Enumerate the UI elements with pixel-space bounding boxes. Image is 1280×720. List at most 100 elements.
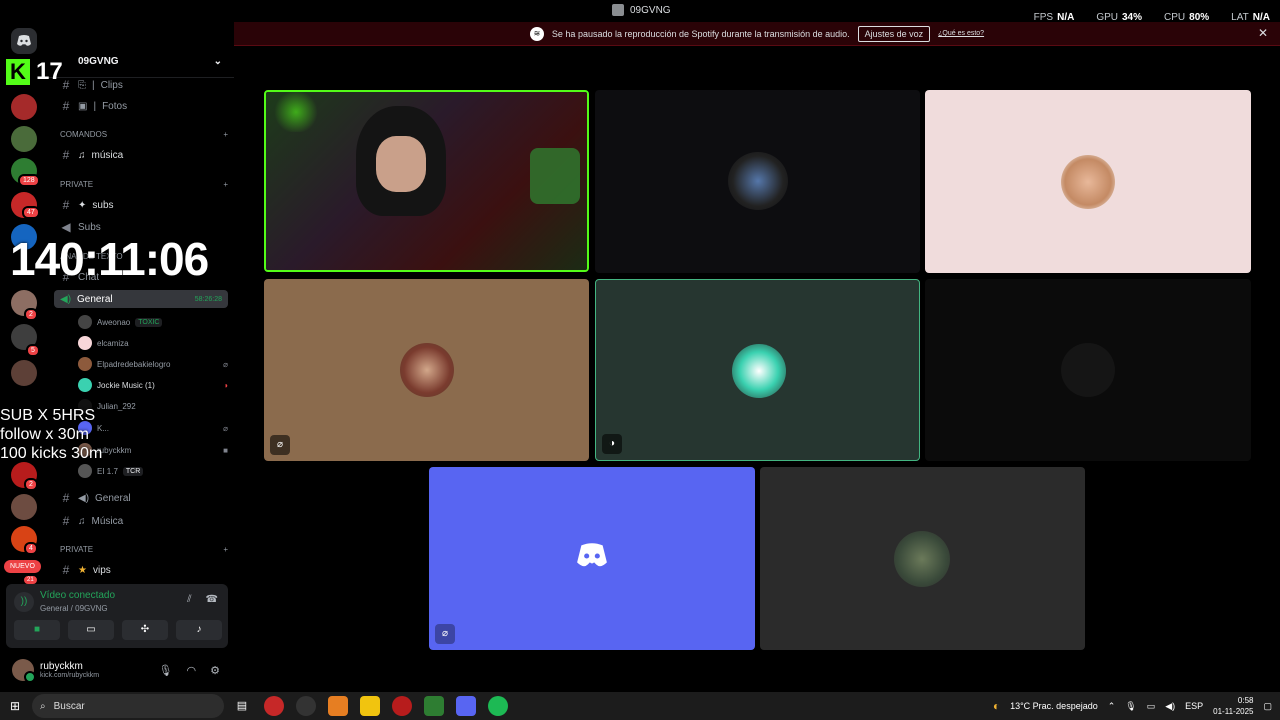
avatar [78,336,92,350]
whats-this-link[interactable]: ¿Qué es esto? [938,30,984,37]
sparkle-icon: ✦ [78,199,87,211]
clock[interactable]: 0:58 01-11-2025 [1213,695,1253,717]
add-icon[interactable]: + [223,130,228,144]
speaker-icon: ◀) [78,492,90,504]
video-tile[interactable] [925,279,1251,461]
server-icon [612,4,624,16]
video-tile[interactable] [760,467,1085,650]
app-icon[interactable] [392,696,412,716]
voice-user[interactable]: elcamiza [78,334,228,352]
avatar [894,531,950,587]
new-badge: NUEVO [4,560,41,573]
server-icon[interactable] [11,494,37,520]
user-panel: rubyckkm kick.com/rubyckkm 🎙 ◠ ⚙ [6,654,228,686]
soundboard-button[interactable]: ♪ [176,620,222,640]
activities-button[interactable]: ✣ [122,620,168,640]
spotify-icon: ≋ [529,26,544,41]
video-tile[interactable]: ⌀ [429,467,755,650]
spotify-notice-bar: ≋ Se ha pausado la reproducción de Spoti… [234,22,1280,46]
microphone-icon[interactable]: 🎙 [159,664,173,677]
voice-user[interactable]: EI 1.7 TCR [78,462,228,480]
opera-icon[interactable] [264,696,284,716]
avatar [78,357,92,371]
deafened-icon: ◑ [602,434,622,454]
spotify-icon[interactable] [488,696,508,716]
mic-off-icon: ⌀ [223,359,228,369]
avatar [400,343,454,397]
windows-start-icon[interactable]: ⊞ [10,699,20,713]
video-tile[interactable]: ⌀ [264,279,589,461]
system-tray: ◐ 13°C Prac. despejado ⌃ 🎙 ▭ ◀) ESP 0:58… [992,695,1272,717]
hash-icon: # [62,198,70,212]
task-view-icon[interactable]: ▤ [232,696,252,716]
voice-channel-general[interactable]: ◀) General 58:26:28 [54,290,228,308]
stream-video-tile[interactable] [264,90,589,272]
headphones-icon[interactable]: ◠ [187,664,197,677]
discord-home-icon[interactable] [11,28,37,54]
hash-icon: # [62,491,70,505]
avatar [78,378,92,392]
voice-user[interactable]: Aweonao TOXIC [78,313,228,331]
store-icon[interactable] [424,696,444,716]
chevron-up-icon[interactable]: ⌃ [1108,701,1116,712]
notification-icon[interactable]: ▢ [1263,701,1272,712]
network-icon[interactable]: ▭ [1147,701,1156,712]
video-tile[interactable] [595,90,920,273]
avatar [78,315,92,329]
hash-icon: # [62,148,70,162]
microphone-icon[interactable]: 🎙 [1125,701,1136,712]
avatar [1061,343,1115,397]
hash-icon: # [62,514,70,528]
search-box[interactable]: ⌕ Buscar [32,694,224,718]
screen-share-button[interactable]: ▭ [68,620,114,640]
voice-settings-button[interactable]: Ajustes de voz [857,25,931,42]
add-icon[interactable]: + [223,180,228,194]
obs-icon[interactable] [296,696,316,716]
streamer-face [376,136,426,192]
voice-user[interactable]: Jockie Music (1) ◑ [78,376,228,394]
stream-timer: 140:11:06 [10,233,209,285]
avatar [1061,155,1115,209]
gear-icon[interactable]: ⚙ [210,664,220,677]
close-icon[interactable]: ✕ [1258,26,1268,40]
server-icon[interactable] [11,94,37,120]
category-comandos[interactable]: COMANDOS + [60,130,228,144]
signal-icon[interactable]: )) [14,592,34,612]
chevron-down-icon: ⌄ [213,56,222,67]
camera-button[interactable]: ■ [14,620,60,640]
channel-musica[interactable]: # ♫ música [60,146,228,164]
video-tile[interactable]: ◑ [595,279,920,461]
app-icon[interactable] [328,696,348,716]
channel-clips[interactable]: # ⎘ | Clips [60,76,228,94]
kick-logo: K [6,59,30,85]
server-icon[interactable] [11,360,37,386]
subathon-rules: SUB X 5HRS follow x 30m 100 kicks 30m [0,407,103,462]
add-icon[interactable]: + [223,545,228,559]
decoration [530,148,580,204]
discord-icon[interactable] [456,696,476,716]
channel-fotos[interactable]: # ▣ | Fotos [60,97,228,115]
category-private[interactable]: Private + [60,180,228,194]
mic-off-icon: ⌀ [435,624,455,644]
hash-icon: # [62,563,70,577]
noise-suppression-icon[interactable]: ⫽ [187,594,191,605]
star-icon: ★ [78,564,87,576]
voice-user[interactable]: Elpadredebakielogro ⌀ [78,355,228,373]
voice-channel-general-2[interactable]: # ◀) General [60,489,228,507]
video-tile[interactable] [925,90,1251,273]
windows-taskbar: ⊞ ⌕ Buscar ▤ ◐ 13°C Prac. despejado ⌃ 🎙 … [0,692,1280,720]
volume-icon[interactable]: ◀) [1165,701,1175,712]
server-icon[interactable] [11,126,37,152]
channel-vips[interactable]: # ★ vips [60,561,228,579]
discord-logo-icon [575,543,609,574]
voice-channel-musica[interactable]: # ♫ Música [60,512,228,530]
channel-subs[interactable]: # ✦ subs [60,196,228,214]
category-private-2[interactable]: Private + [60,545,228,559]
title-bar: 09GVNG FPS N/A GPU 34% CPU 80% LAT N/A [0,0,1280,23]
server-header[interactable]: 09GVNG ⌄ [48,46,234,78]
folder-icon[interactable] [360,696,380,716]
hash-icon: # [62,99,70,113]
mic-off-icon: ⌀ [223,423,228,433]
disconnect-icon[interactable]: ☎ [206,594,218,605]
avatar[interactable] [12,659,36,683]
